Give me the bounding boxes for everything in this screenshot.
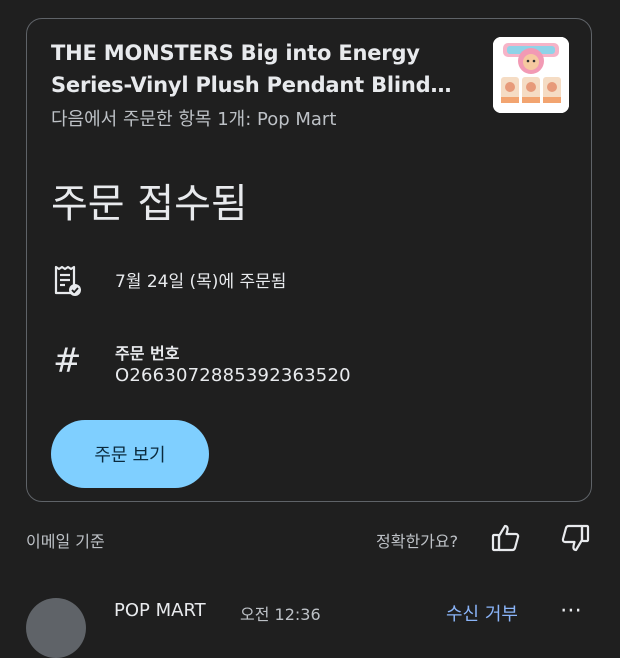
product-thumbnail[interactable] — [493, 37, 569, 113]
receipt-icon — [51, 263, 87, 299]
order-date: 7월 24일 (목)에 주문됨 — [115, 272, 287, 292]
order-status: 주문 접수됨 — [51, 181, 248, 227]
product-image-icon — [493, 37, 569, 113]
accuracy-question: 정확한가요? — [376, 532, 459, 551]
order-card: THE MONSTERS Big into Energy Series-Viny… — [26, 18, 592, 502]
message-time: 오전 12:36 — [240, 605, 321, 624]
product-title-line2: Series-Vinyl Plush Pendant Blind… — [51, 73, 452, 97]
view-order-button[interactable]: 주문 보기 — [51, 420, 209, 488]
product-title-line1: THE MONSTERS Big into Energy — [51, 41, 420, 65]
thumbs-down-icon[interactable] — [559, 522, 591, 554]
hash-icon: # — [53, 341, 82, 381]
order-number[interactable]: O2663072885392363520 — [115, 365, 351, 386]
sender-name[interactable]: POP MART — [114, 600, 206, 621]
order-number-label: 주문 번호 — [115, 344, 180, 363]
source-note: 이메일 기준 — [26, 532, 105, 551]
product-title[interactable]: THE MONSTERS Big into Energy Series-Viny… — [51, 37, 461, 101]
order-subtitle: 다음에서 주문한 항목 1개: Pop Mart — [51, 109, 337, 130]
sender-avatar[interactable] — [26, 598, 86, 658]
unsubscribe-link[interactable]: 수신 거부 — [446, 600, 518, 626]
more-options-icon[interactable]: ⋯ — [560, 598, 583, 623]
thumbs-up-icon[interactable] — [490, 522, 522, 554]
